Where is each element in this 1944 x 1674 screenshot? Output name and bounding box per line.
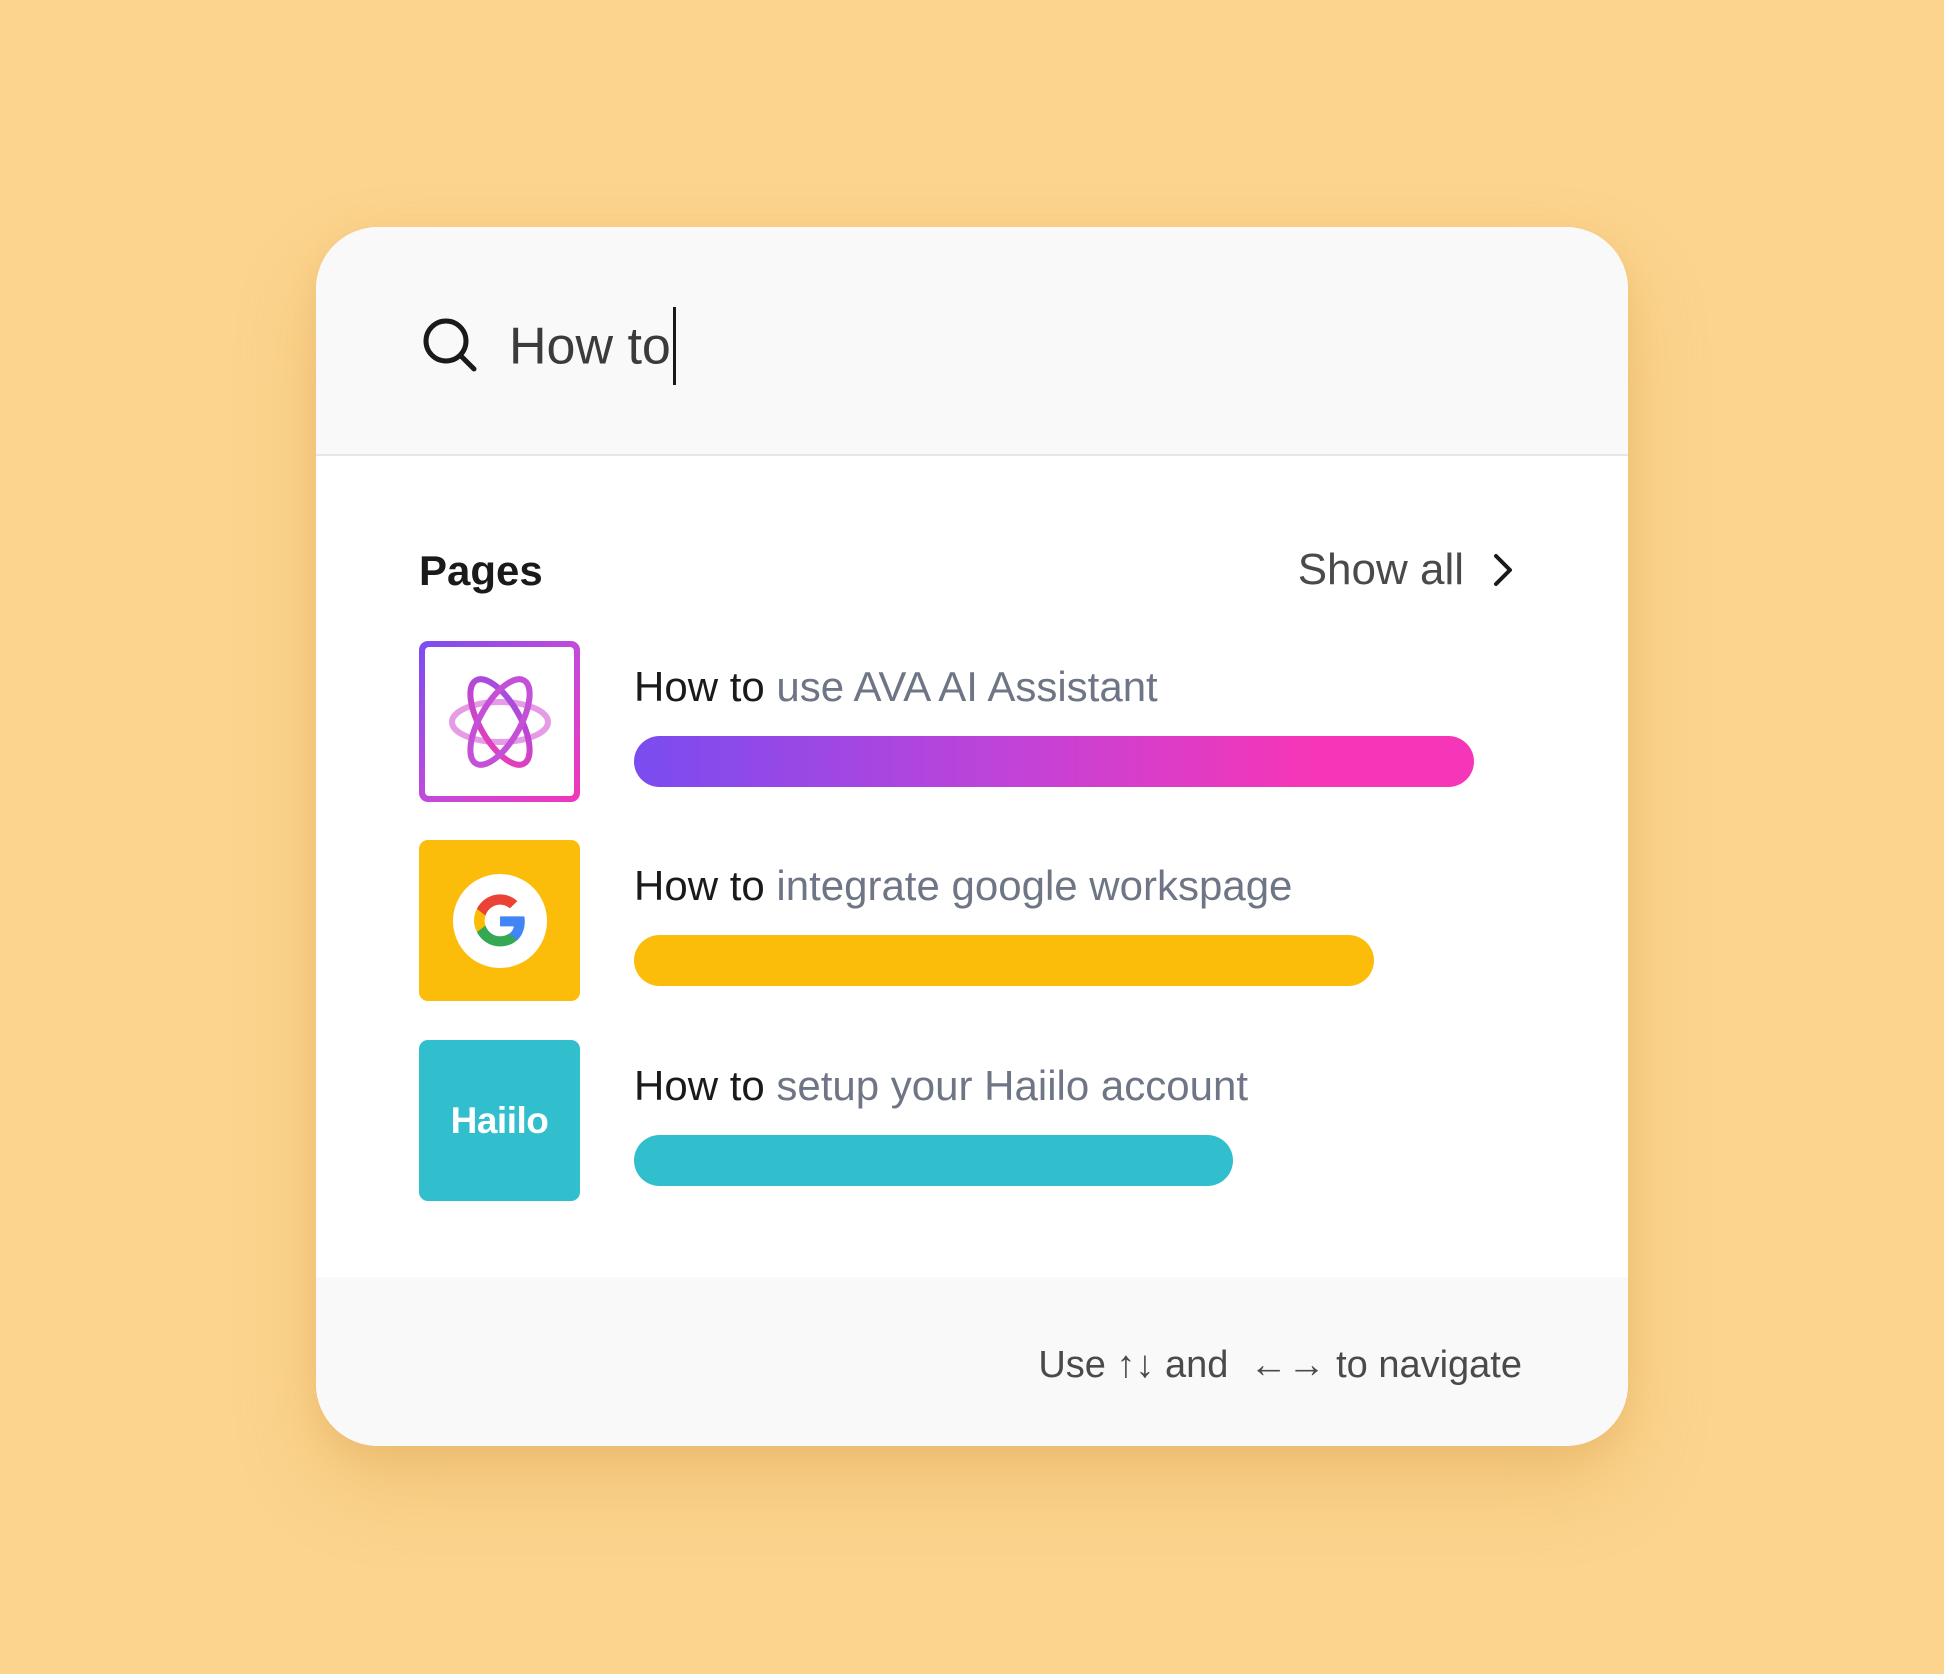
result-title-prefix: How to bbox=[634, 862, 765, 909]
show-all-label: Show all bbox=[1297, 545, 1464, 594]
chevron-right-icon bbox=[1494, 554, 1512, 586]
search-bar[interactable]: How to bbox=[316, 227, 1628, 456]
google-icon bbox=[473, 893, 525, 946]
result-title-prefix: How to bbox=[634, 1062, 765, 1109]
result-thumbnail bbox=[419, 641, 580, 802]
google-logo-badge bbox=[452, 873, 547, 968]
result-title: How to use AVA AI Assistant bbox=[634, 661, 1158, 713]
show-all-button[interactable]: Show all bbox=[1298, 543, 1520, 597]
text-caret bbox=[672, 307, 676, 385]
keyboard-navigation-hint: Use ↑↓ and ←→ to navigate bbox=[1038, 1344, 1522, 1386]
result-item-ava[interactable]: How to use AVA AI Assistant bbox=[419, 641, 1519, 802]
ava-atom-icon bbox=[448, 675, 551, 768]
result-placeholder-bar bbox=[634, 736, 1474, 787]
result-title-rest: setup your Haiilo account bbox=[764, 1062, 1248, 1109]
haiilo-logo: Haiilo bbox=[419, 1040, 580, 1201]
result-title: How to setup your Haiilo account bbox=[634, 1060, 1248, 1112]
search-query: How to bbox=[509, 317, 671, 376]
search-icon bbox=[423, 318, 477, 372]
section-title: Pages bbox=[419, 547, 543, 594]
result-item-haiilo[interactable]: Haiilo How to setup your Haiilo account bbox=[419, 1040, 1519, 1201]
result-title-rest: integrate google workspage bbox=[764, 862, 1293, 909]
result-placeholder-bar bbox=[634, 935, 1374, 986]
haiilo-logo-text: Haiilo bbox=[450, 1099, 549, 1141]
result-item-google[interactable]: How to integrate google workspage bbox=[419, 840, 1519, 1001]
search-dialog: How to Pages Show all How to use AVA AI … bbox=[316, 227, 1628, 1446]
result-title: How to integrate google workspage bbox=[634, 860, 1292, 912]
result-title-rest: use AVA AI Assistant bbox=[764, 663, 1158, 710]
result-placeholder-bar bbox=[634, 1135, 1233, 1186]
result-thumbnail bbox=[419, 840, 580, 1001]
search-input[interactable]: How to bbox=[509, 307, 676, 389]
result-title-prefix: How to bbox=[634, 663, 765, 710]
